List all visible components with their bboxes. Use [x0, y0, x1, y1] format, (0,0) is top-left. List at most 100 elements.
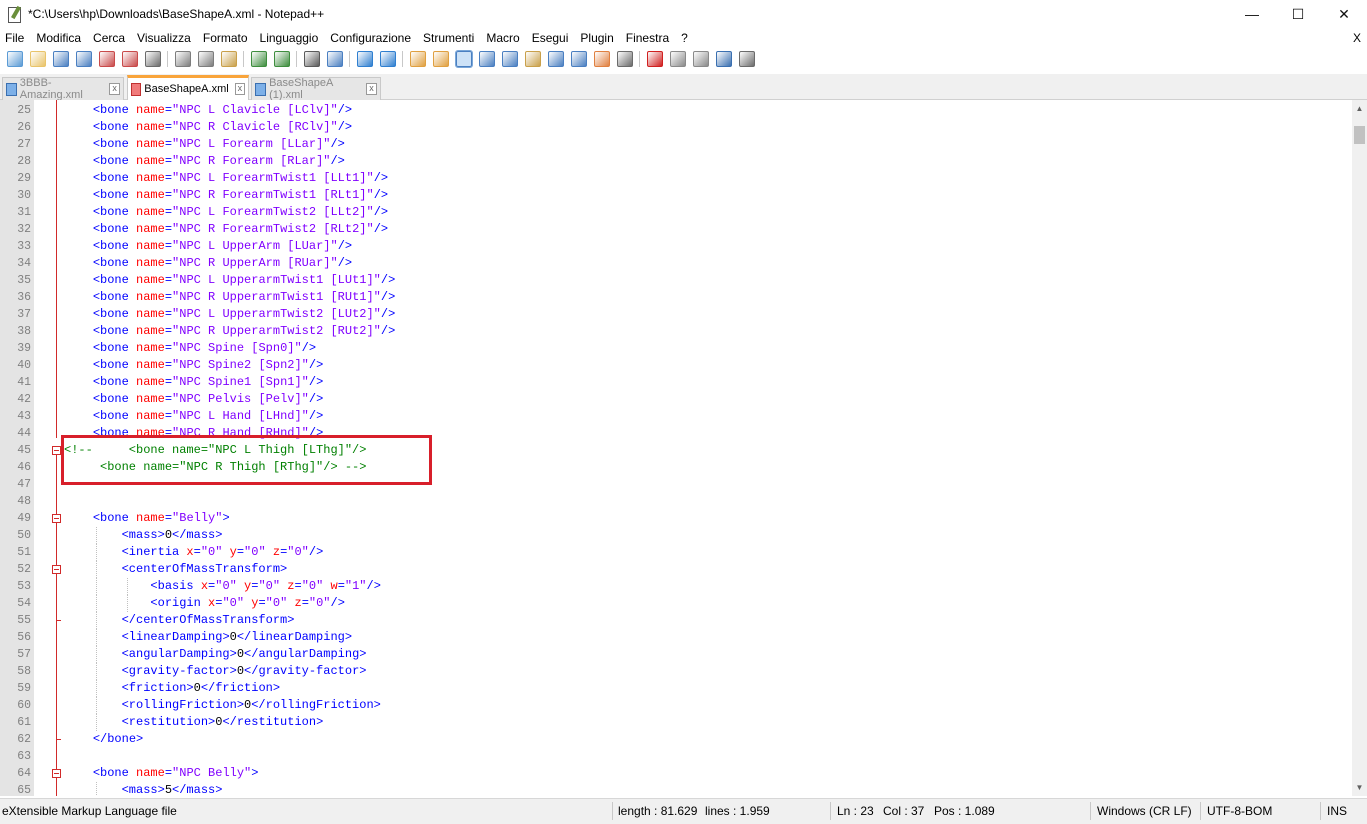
function-list-icon[interactable] — [570, 51, 587, 67]
code-line[interactable]: 63 — [0, 748, 1352, 765]
sync-horizontal-icon[interactable] — [432, 51, 449, 67]
indent-guide-icon[interactable] — [501, 51, 518, 67]
code-line[interactable]: 27 <bone name="NPC L Forearm [LLar]"/> — [0, 136, 1352, 153]
code-line[interactable]: 35 <bone name="NPC L UpperarmTwist1 [LUt… — [0, 272, 1352, 289]
scroll-up-arrow-icon[interactable]: ▲ — [1352, 100, 1367, 117]
code-line[interactable]: 42 <bone name="NPC Pelvis [Pelv]"/> — [0, 391, 1352, 408]
menu-plugin[interactable]: Plugin — [575, 28, 620, 48]
folder-as-workspace-icon[interactable] — [593, 51, 610, 67]
code-line[interactable]: 54 <origin x="0" y="0" z="0"/> — [0, 595, 1352, 612]
tab-baseshapea[interactable]: BaseShapeA.xml x — [127, 75, 249, 100]
close-tab-icon[interactable]: x — [365, 83, 377, 95]
menu-esegui[interactable]: Esegui — [527, 28, 576, 48]
close-tab-icon[interactable]: x — [109, 83, 120, 95]
define-language-icon[interactable] — [524, 51, 541, 67]
menu-linguaggio[interactable]: Linguaggio — [255, 28, 326, 48]
save-icon[interactable] — [52, 51, 69, 67]
code-line[interactable]: 56 <linearDamping>0</linearDamping> — [0, 629, 1352, 646]
code-line[interactable]: 28 <bone name="NPC R Forearm [RLar]"/> — [0, 153, 1352, 170]
document-map-icon[interactable] — [547, 51, 564, 67]
code-line[interactable]: 38 <bone name="NPC R UpperarmTwist2 [RUt… — [0, 323, 1352, 340]
maximize-button[interactable]: ☐ — [1275, 0, 1321, 28]
save-all-icon[interactable] — [75, 51, 92, 67]
fold-toggle-icon[interactable] — [52, 514, 61, 523]
menu-formato[interactable]: Formato — [198, 28, 255, 48]
code-line[interactable]: 49 <bone name="Belly"> — [0, 510, 1352, 527]
menu-strumenti[interactable]: Strumenti — [418, 28, 481, 48]
copy-icon[interactable] — [197, 51, 214, 67]
code-line[interactable]: 51 <inertia x="0" y="0" z="0"/> — [0, 544, 1352, 561]
menu-finestra[interactable]: Finestra — [621, 28, 676, 48]
tab-3bbb-amazing[interactable]: 3BBB-Amazing.xml x — [2, 77, 124, 101]
undo-icon[interactable] — [250, 51, 267, 67]
scroll-down-arrow-icon[interactable]: ▼ — [1352, 779, 1367, 796]
code-line[interactable]: 55 </centerOfMassTransform> — [0, 612, 1352, 629]
menu-file[interactable]: File — [0, 28, 31, 48]
close-button[interactable]: ✕ — [1321, 0, 1367, 28]
playback-macro-icon[interactable] — [692, 51, 709, 67]
zoom-out-icon[interactable] — [379, 51, 396, 67]
monitoring-icon[interactable] — [616, 51, 633, 67]
code-line[interactable]: 32 <bone name="NPC R ForearmTwist2 [RLt2… — [0, 221, 1352, 238]
menu-cerca[interactable]: Cerca — [88, 28, 132, 48]
code-line[interactable]: 43 <bone name="NPC L Hand [LHnd]"/> — [0, 408, 1352, 425]
close-all-icon[interactable] — [121, 51, 138, 67]
fold-toggle-icon[interactable] — [52, 565, 61, 574]
fold-toggle-icon[interactable] — [52, 769, 61, 778]
find-icon[interactable] — [303, 51, 320, 67]
open-file-icon[interactable] — [29, 51, 46, 67]
code-line[interactable]: 50 <mass>0</mass> — [0, 527, 1352, 544]
code-editor[interactable]: 25 <bone name="NPC L Clavicle [LClv]"/> 2… — [0, 100, 1352, 796]
code-line[interactable]: 34 <bone name="NPC R UpperArm [RUar]"/> — [0, 255, 1352, 272]
code-line[interactable]: 59 <friction>0</friction> — [0, 680, 1352, 697]
status-eol[interactable]: Windows (CR LF) — [1097, 804, 1192, 818]
code-line[interactable]: 65 <mass>5</mass> — [0, 782, 1352, 796]
close-icon[interactable] — [98, 51, 115, 67]
print-icon[interactable] — [144, 51, 161, 67]
code-line[interactable]: 52 <centerOfMassTransform> — [0, 561, 1352, 578]
sync-vertical-icon[interactable] — [409, 51, 426, 67]
code-line[interactable]: 40 <bone name="NPC Spine2 [Spn2]"/> — [0, 357, 1352, 374]
code-line[interactable]: 41 <bone name="NPC Spine1 [Spn1]"/> — [0, 374, 1352, 391]
code-line[interactable]: 29 <bone name="NPC L ForearmTwist1 [LLt1… — [0, 170, 1352, 187]
code-line[interactable]: 37 <bone name="NPC L UpperarmTwist2 [LUt… — [0, 306, 1352, 323]
menu-help[interactable]: ? — [676, 28, 695, 48]
code-line[interactable]: 33 <bone name="NPC L UpperArm [LUar]"/> — [0, 238, 1352, 255]
code-line[interactable]: 48 — [0, 493, 1352, 510]
code-line[interactable]: 36 <bone name="NPC R UpperarmTwist1 [RUt… — [0, 289, 1352, 306]
status-encoding[interactable]: UTF-8-BOM — [1207, 804, 1272, 818]
cut-icon[interactable] — [174, 51, 191, 67]
close-document-button[interactable]: X — [1353, 28, 1361, 48]
code-line[interactable]: 31 <bone name="NPC L ForearmTwist2 [LLt2… — [0, 204, 1352, 221]
show-all-characters-icon[interactable] — [478, 51, 495, 67]
code-line[interactable]: 57 <angularDamping>0</angularDamping> — [0, 646, 1352, 663]
word-wrap-icon[interactable] — [454, 50, 473, 68]
code-line[interactable]: 39 <bone name="NPC Spine [Spn0]"/> — [0, 340, 1352, 357]
new-file-icon[interactable] — [6, 51, 23, 67]
code-line[interactable]: 60 <rollingFriction>0</rollingFriction> — [0, 697, 1352, 714]
status-insert-mode[interactable]: INS — [1327, 804, 1347, 818]
code-line[interactable]: 62 </bone> — [0, 731, 1352, 748]
record-macro-icon[interactable] — [646, 51, 663, 67]
tab-baseshapea-1[interactable]: BaseShapeA (1).xml x — [251, 77, 381, 101]
menu-visualizza[interactable]: Visualizza — [132, 28, 198, 48]
code-line[interactable]: 30 <bone name="NPC R ForearmTwist1 [RLt1… — [0, 187, 1352, 204]
replace-icon[interactable] — [326, 51, 343, 67]
code-line[interactable]: 53 <basis x="0" y="0" z="0" w="1"/> — [0, 578, 1352, 595]
zoom-in-icon[interactable] — [356, 51, 373, 67]
minimize-button[interactable]: — — [1229, 0, 1275, 28]
menu-configurazione[interactable]: Configurazione — [325, 28, 418, 48]
fold-toggle-icon[interactable] — [52, 446, 61, 455]
save-macro-icon[interactable] — [738, 51, 755, 67]
stop-recording-icon[interactable] — [669, 51, 686, 67]
menu-modifica[interactable]: Modifica — [31, 28, 88, 48]
menu-macro[interactable]: Macro — [481, 28, 526, 48]
close-tab-icon[interactable]: x — [234, 83, 245, 95]
redo-icon[interactable] — [273, 51, 290, 67]
code-line[interactable]: 61 <restitution>0</restitution> — [0, 714, 1352, 731]
code-line[interactable]: 64 <bone name="NPC Belly"> — [0, 765, 1352, 782]
run-macro-multiple-icon[interactable] — [715, 51, 732, 67]
scroll-thumb[interactable] — [1354, 126, 1365, 144]
paste-icon[interactable] — [220, 51, 237, 67]
code-line[interactable]: 26 <bone name="NPC R Clavicle [RClv]"/> — [0, 119, 1352, 136]
